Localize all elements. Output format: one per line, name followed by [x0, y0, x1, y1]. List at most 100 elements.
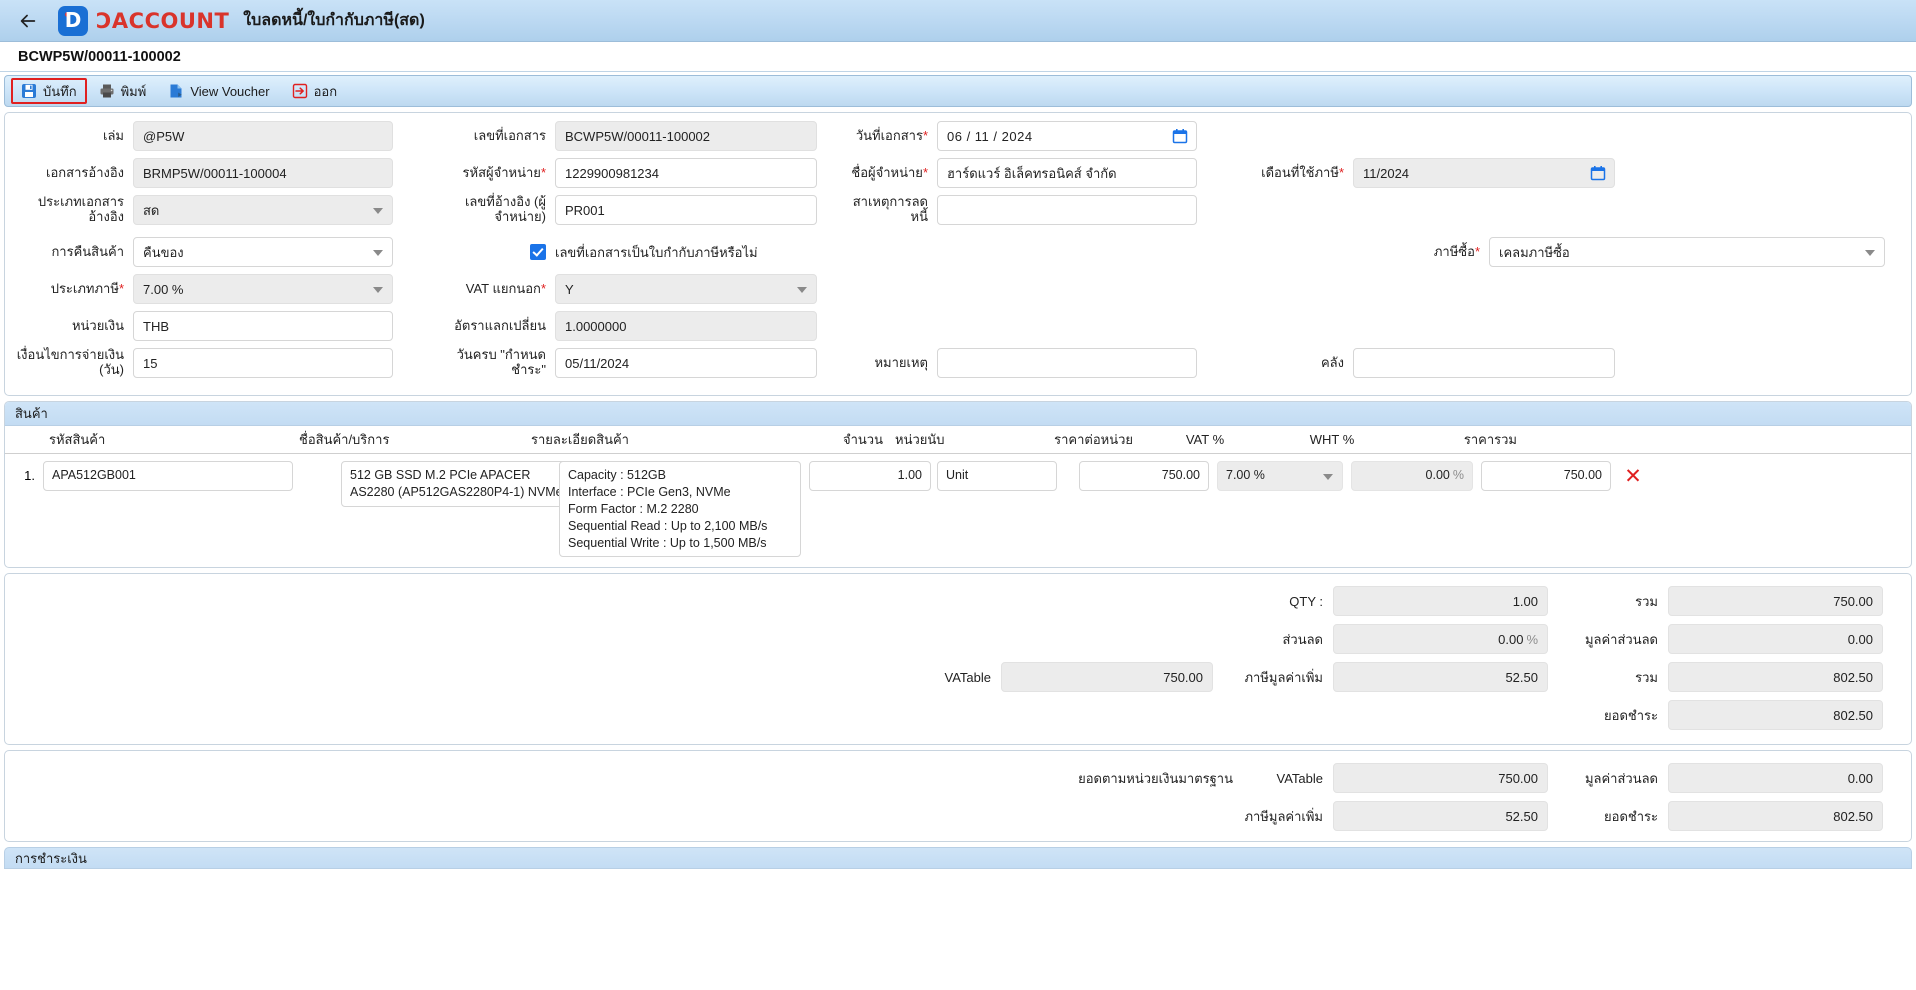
exit-button[interactable]: ออก [282, 78, 348, 104]
item-wht-pct-field[interactable]: 0.00% [1351, 461, 1473, 491]
discount-field[interactable]: 0.00% [1333, 624, 1548, 655]
view-voucher-label: View Voucher [190, 83, 270, 99]
items-table-header: รหัสสินค้า ชื่อสินค้า/บริการ รายละเอียดส… [5, 426, 1911, 454]
item-unit-price-field[interactable]: 750.00 [1079, 461, 1209, 491]
form-row-2: เอกสารอ้างอิง BRMP5W/00011-100004 รหัสผู… [11, 158, 1905, 188]
save-label: บันทึก [43, 83, 77, 99]
form-row-6: หน่วยเงิน THB อัตราแลกเปลี่ยน 1.0000000 [11, 311, 1905, 341]
remark-field[interactable] [937, 348, 1197, 378]
remark-label: หมายเหตุ [874, 354, 928, 370]
is-tax-invoice-checkbox[interactable] [530, 244, 546, 260]
calendar-icon[interactable] [1590, 165, 1606, 181]
voucher-icon [170, 84, 183, 98]
vat-separate-value: Y [565, 281, 574, 297]
item-name-field[interactable]: 512 GB SSD M.2 PCIe APACER AS2280 (AP512… [341, 461, 573, 507]
item-qty-field[interactable]: 1.00 [809, 461, 931, 491]
book-label: เล่ม [103, 127, 124, 143]
tax-type-select[interactable]: 7.00 % [133, 274, 393, 304]
item-code-field[interactable]: APA512GB001 [43, 461, 293, 491]
base-vatable-field: 750.00 [1333, 763, 1548, 794]
column-header-qty: จำนวน [843, 432, 883, 447]
tax-type-label: ประเภทภาษี* [50, 280, 124, 296]
delete-row-icon[interactable]: ✕ [1611, 461, 1655, 491]
return-goods-value: คืนของ [143, 244, 184, 260]
base-discount-amount-label: มูลค่าส่วนลด [1584, 770, 1658, 786]
vendor-name-label: ชื่อผู้จำหน่าย* [851, 164, 928, 180]
due-date-field[interactable]: 05/11/2024 [555, 348, 817, 378]
tax-month-field[interactable]: 11/2024 [1353, 158, 1615, 188]
view-voucher-button[interactable]: View Voucher [158, 78, 279, 104]
payment-terms-field[interactable]: 15 [133, 348, 393, 378]
items-panel: สินค้า รหัสสินค้า ชื่อสินค้า/บริการ รายล… [4, 401, 1912, 569]
ref-doc-type-value: สด [143, 202, 160, 218]
column-header-code: รหัสสินค้า [49, 432, 106, 447]
sum2-label: รวม [1635, 669, 1658, 685]
item-description-field[interactable]: Capacity : 512GB Interface : PCIe Gen3, … [559, 461, 801, 558]
doc-date-value: 06 / 11 / 2024 [947, 128, 1033, 144]
currency-label: หน่วยเงิน [71, 317, 124, 333]
items-section-title: สินค้า [5, 402, 1911, 426]
net-label: ยอดชำระ [1604, 707, 1658, 723]
discount-label: ส่วนลด [1282, 631, 1323, 647]
doc-date-field[interactable]: 06 / 11 / 2024 [937, 121, 1197, 151]
row-index: 1. [24, 468, 35, 483]
item-wht-pct-value: 0.00 [1425, 468, 1450, 482]
vendor-code-field[interactable]: 1229900981234 [555, 158, 817, 188]
base-vat-label: ภาษีมูลค่าเพิ่ม [1244, 808, 1323, 824]
vendor-ref-no-field[interactable]: PR001 [555, 195, 817, 225]
ref-doc-type-select[interactable]: สด [133, 195, 393, 225]
vendor-name-field[interactable]: ฮาร์ดแวร์ อิเล็คทรอนิคส์ จำกัด [937, 158, 1197, 188]
book-field[interactable]: @P5W [133, 121, 393, 151]
print-button[interactable]: พิมพ์ [89, 78, 157, 104]
exchange-rate-field[interactable]: 1.0000000 [555, 311, 817, 341]
chevron-down-icon [797, 287, 807, 293]
credit-reason-field[interactable] [937, 195, 1197, 225]
form-row-4: การคืนสินค้า คืนของ เลขที่เอกสารเป็นใบกำ… [11, 237, 1905, 267]
payment-section-title-bar: การชำระเงิน [4, 847, 1912, 870]
item-wht-pct-suffix: % [1452, 468, 1464, 482]
purchase-tax-value: เคลมภาษีซื้อ [1499, 244, 1570, 260]
table-row: 1. APA512GB001 512 GB SSD M.2 PCIe APACE… [5, 454, 1911, 565]
base-discount-amount-field: 0.00 [1668, 763, 1883, 794]
doc-no-field[interactable]: BCWP5W/00011-100002 [555, 121, 817, 151]
tax-month-value: 11/2024 [1363, 165, 1410, 181]
column-header-total: ราคารวม [1463, 432, 1517, 447]
totals-row-vat: VATable 750.00 ภาษีมูลค่าเพิ่ม 52.50 รวม… [15, 662, 1901, 693]
doc-no-label: เลขที่เอกสาร [473, 127, 546, 143]
action-toolbar: บันทึก พิมพ์ View Voucher ออก [4, 75, 1912, 107]
sum-field: 750.00 [1668, 586, 1883, 617]
return-goods-select[interactable]: คืนของ [133, 237, 393, 267]
vat-separate-select[interactable]: Y [555, 274, 817, 304]
base-vat-field: 52.50 [1333, 801, 1548, 832]
purchase-tax-select[interactable]: เคลมภาษีซื้อ [1489, 237, 1885, 267]
exchange-rate-label: อัตราแลกเปลี่ยน [454, 317, 546, 333]
chevron-down-icon [373, 250, 383, 256]
document-type-title: ใบลดหนี้/ใบกำกับภาษี(สด) [243, 12, 425, 29]
save-icon [22, 84, 36, 98]
is-tax-invoice-label: เลขที่เอกสารเป็นใบกำกับภาษีหรือไม่ [555, 244, 758, 260]
back-arrow-icon[interactable] [14, 7, 42, 35]
ref-doc-label: เอกสารอ้างอิง [46, 164, 124, 180]
discount-suffix: % [1526, 631, 1538, 647]
chevron-down-icon [373, 287, 383, 293]
ref-doc-field[interactable]: BRMP5W/00011-100004 [133, 158, 393, 188]
base-net-field: 802.50 [1668, 801, 1883, 832]
calendar-icon[interactable] [1172, 128, 1188, 144]
form-row-3: ประเภทเอกสารอ้างอิง สด เลขที่อ้างอิง (ผู… [11, 194, 1905, 225]
save-button[interactable]: บันทึก [11, 78, 87, 104]
totals-row-net: ยอดชำระ 802.50 [15, 700, 1901, 731]
qty-total-field: 1.00 [1333, 586, 1548, 617]
chevron-down-icon [1865, 250, 1875, 256]
item-unit-field[interactable]: Unit [937, 461, 1057, 491]
base-net-label: ยอดชำระ [1604, 808, 1658, 824]
warehouse-field[interactable] [1353, 348, 1615, 378]
item-vat-pct-select[interactable]: 7.00 % [1217, 461, 1343, 491]
sum-label: รวม [1635, 593, 1658, 609]
currency-field[interactable]: THB [133, 311, 393, 341]
column-header-description: รายละเอียดสินค้า [531, 432, 629, 447]
item-vat-pct-value: 7.00 % [1226, 468, 1265, 482]
item-total-field[interactable]: 750.00 [1481, 461, 1611, 491]
base-currency-totals-panel: ยอดตามหน่วยเงินมาตรฐาน VATable 750.00 มู… [4, 750, 1912, 843]
tax-month-label: เดือนที่ใช้ภาษี* [1261, 164, 1344, 180]
discount-amount-field: 0.00 [1668, 624, 1883, 655]
